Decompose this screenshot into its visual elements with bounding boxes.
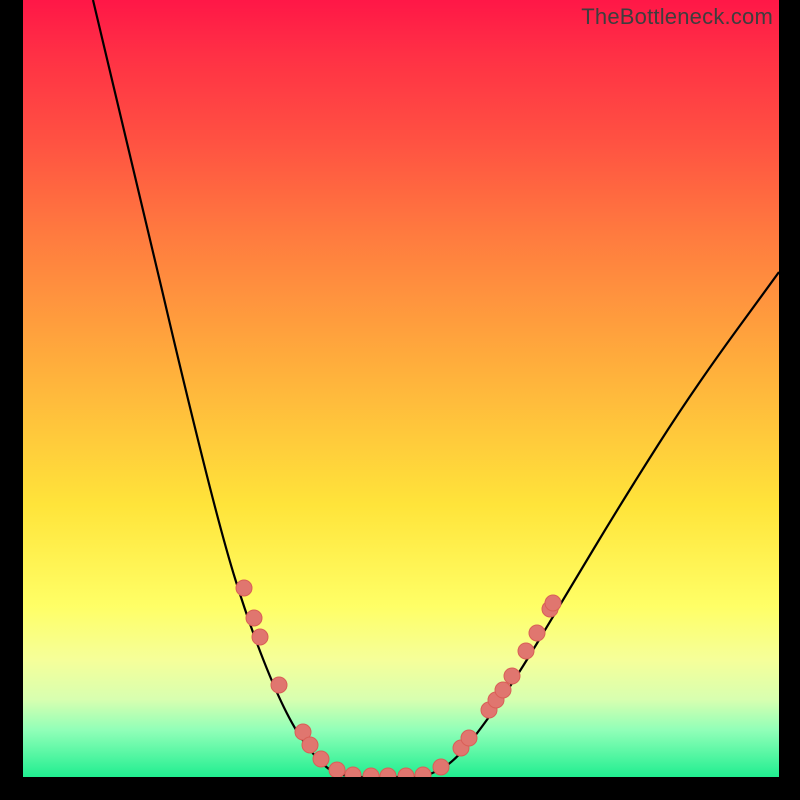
data-dot bbox=[415, 767, 431, 777]
data-dot bbox=[271, 677, 287, 693]
data-dot bbox=[246, 610, 262, 626]
data-dot bbox=[236, 580, 252, 596]
data-dot bbox=[380, 768, 396, 777]
data-dot bbox=[363, 768, 379, 777]
data-dot bbox=[461, 730, 477, 746]
chart-frame: TheBottleneck.com bbox=[23, 0, 779, 777]
bottleneck-plot bbox=[23, 0, 779, 777]
data-dots bbox=[236, 580, 561, 777]
data-dot bbox=[518, 643, 534, 659]
data-dot bbox=[495, 682, 511, 698]
data-dot bbox=[252, 629, 268, 645]
data-dot bbox=[329, 762, 345, 777]
data-dot bbox=[529, 625, 545, 641]
data-dot bbox=[504, 668, 520, 684]
data-dot bbox=[433, 759, 449, 775]
data-dot bbox=[302, 737, 318, 753]
data-dot bbox=[345, 767, 361, 777]
curve-left bbox=[93, 0, 353, 777]
data-dot bbox=[398, 768, 414, 777]
curve-right bbox=[421, 272, 779, 777]
data-dot bbox=[313, 751, 329, 767]
data-dot bbox=[545, 595, 561, 611]
